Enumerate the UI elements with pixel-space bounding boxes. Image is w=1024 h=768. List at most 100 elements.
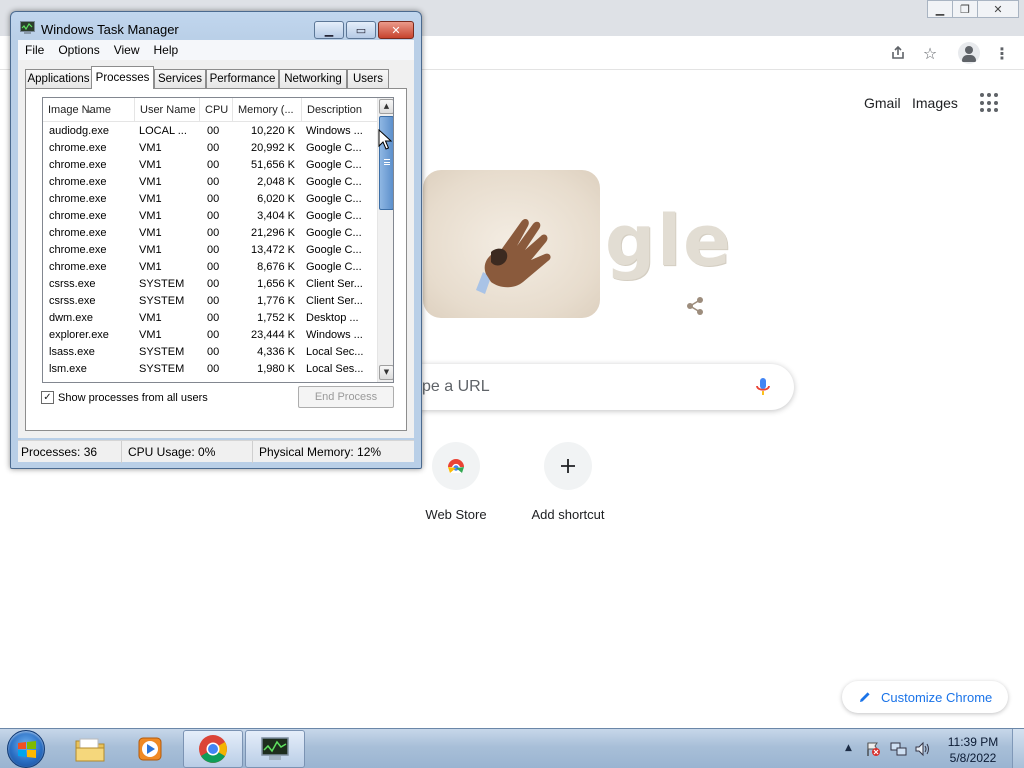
- table-row[interactable]: chrome.exe VM1 00 51,656 K Google C...: [43, 157, 377, 174]
- chrome-icon: [199, 735, 227, 763]
- close-button[interactable]: ✕: [378, 21, 414, 39]
- cell-memory: 10,220 K: [250, 125, 295, 137]
- end-process-button[interactable]: End Process: [298, 386, 394, 408]
- taskbar-explorer[interactable]: [64, 730, 116, 768]
- doodle-image[interactable]: [423, 170, 600, 318]
- shortcut-add[interactable]: Add shortcut: [518, 442, 618, 522]
- cell-description: Windows ...: [306, 125, 363, 137]
- system-clock[interactable]: 11:39 PM 5/8/2022: [940, 734, 1006, 766]
- cell-cpu: 00: [207, 278, 220, 290]
- sort-ascending-icon: ▲: [86, 107, 91, 114]
- minimize-button[interactable]: ▁: [314, 21, 344, 39]
- images-link[interactable]: Images: [912, 95, 958, 111]
- col-description[interactable]: Description: [302, 98, 377, 122]
- search-box[interactable]: pe a URL: [400, 364, 794, 410]
- microphone-icon[interactable]: [752, 376, 774, 398]
- table-row[interactable]: csrss.exe SYSTEM 00 1,776 K Client Ser...: [43, 293, 377, 310]
- table-row[interactable]: audiodg.exe LOCAL ... 00 10,220 K Windows ..…: [43, 123, 377, 140]
- table-row[interactable]: chrome.exe VM1 00 8,676 K Google C...: [43, 259, 377, 276]
- chrome-minimize-button[interactable]: ▁: [927, 0, 953, 18]
- table-row[interactable]: chrome.exe VM1 00 6,020 K Google C...: [43, 191, 377, 208]
- menu-help[interactable]: Help: [147, 43, 186, 57]
- checkbox-checked-icon[interactable]: ✓: [41, 391, 54, 404]
- task-manager-titlebar[interactable]: Windows Task Manager ▁ ▭ ✕: [11, 12, 421, 39]
- table-row[interactable]: chrome.exe VM1 00 21,296 K Google C...: [43, 225, 377, 242]
- cell-image-name: lsass.exe: [49, 346, 95, 358]
- network-icon[interactable]: [890, 741, 908, 757]
- table-row[interactable]: lsass.exe SYSTEM 00 4,336 K Local Sec...: [43, 344, 377, 361]
- cell-cpu: 00: [207, 125, 220, 137]
- cell-description: Google C...: [306, 193, 362, 205]
- chrome-close-button[interactable]: ✕: [977, 0, 1019, 18]
- cell-cpu: 00: [207, 142, 220, 154]
- tab-processes[interactable]: Processes: [91, 66, 154, 89]
- cell-description: Google C...: [306, 159, 362, 171]
- mouse-cursor-icon: [378, 129, 392, 150]
- doodle-share-icon[interactable]: [684, 295, 706, 317]
- process-list[interactable]: ▲ Image Name User Name CPU Memory (... D…: [42, 97, 394, 383]
- table-row[interactable]: csrss.exe SYSTEM 00 1,656 K Client Ser...: [43, 276, 377, 293]
- cell-cpu: 00: [207, 176, 220, 188]
- scroll-up-arrow-icon[interactable]: ▲: [379, 99, 393, 114]
- menu-options[interactable]: Options: [51, 43, 106, 57]
- start-button[interactable]: [7, 730, 45, 768]
- col-image-name[interactable]: ▲ Image Name: [43, 98, 135, 122]
- table-row[interactable]: dwm.exe VM1 00 1,752 K Desktop ...: [43, 310, 377, 327]
- show-all-processes-label: Show processes from all users: [58, 391, 208, 404]
- show-hidden-icons-icon[interactable]: ▲: [845, 743, 852, 753]
- tab-performance[interactable]: Performance: [206, 69, 279, 88]
- volume-icon[interactable]: [914, 741, 932, 757]
- cell-memory: 6,020 K: [257, 193, 295, 205]
- tab-users[interactable]: Users: [347, 69, 389, 88]
- gmail-link[interactable]: Gmail: [864, 95, 901, 111]
- share-page-icon[interactable]: [887, 42, 909, 64]
- menu-file[interactable]: File: [18, 43, 51, 57]
- col-user-name[interactable]: User Name: [135, 98, 200, 122]
- cell-user-name: VM1: [139, 244, 162, 256]
- col-memory[interactable]: Memory (...: [233, 98, 302, 122]
- process-rows: audiodg.exe LOCAL ... 00 10,220 K Windows ..…: [43, 123, 377, 378]
- cell-description: Google C...: [306, 244, 362, 256]
- cell-image-name: chrome.exe: [49, 176, 107, 188]
- tab-services[interactable]: Services: [154, 69, 206, 88]
- cell-cpu: 00: [207, 193, 220, 205]
- show-all-processes-checkbox[interactable]: ✓ Show processes from all users: [41, 391, 208, 404]
- table-row[interactable]: lsm.exe SYSTEM 00 1,980 K Local Ses...: [43, 361, 377, 378]
- cell-memory: 1,656 K: [257, 278, 295, 290]
- task-manager-client: Applications Processes Services Performa…: [18, 60, 414, 438]
- taskbar-media-player[interactable]: [124, 730, 176, 768]
- cell-image-name: chrome.exe: [49, 261, 107, 273]
- process-list-header: ▲ Image Name User Name CPU Memory (... D…: [43, 98, 377, 122]
- cell-image-name: csrss.exe: [49, 278, 96, 290]
- chrome-restore-button[interactable]: ❐: [952, 0, 978, 18]
- scroll-down-arrow-icon[interactable]: ▼: [379, 365, 393, 380]
- shortcut-label: Add shortcut: [531, 507, 605, 522]
- action-center-flag-icon[interactable]: [865, 741, 881, 757]
- cell-user-name: SYSTEM: [139, 346, 185, 358]
- cell-user-name: VM1: [139, 176, 162, 188]
- show-desktop-button[interactable]: [1012, 729, 1024, 768]
- taskbar-task-manager[interactable]: [245, 730, 305, 768]
- taskbar-chrome[interactable]: [183, 730, 243, 768]
- cell-description: Desktop ...: [306, 312, 359, 324]
- cell-description: Local Sec...: [306, 346, 364, 358]
- status-physical-memory: Physical Memory: 12%: [259, 445, 382, 459]
- table-row[interactable]: chrome.exe VM1 00 13,472 K Google C...: [43, 242, 377, 259]
- profile-icon[interactable]: [958, 42, 980, 64]
- table-row[interactable]: chrome.exe VM1 00 3,404 K Google C...: [43, 208, 377, 225]
- knit-glove-illustration: [476, 219, 551, 294]
- cell-cpu: 00: [207, 346, 220, 358]
- tab-networking[interactable]: Networking: [279, 69, 347, 88]
- table-row[interactable]: explorer.exe VM1 00 23,444 K Windows ...: [43, 327, 377, 344]
- customize-chrome-button[interactable]: Customize Chrome: [842, 681, 1008, 713]
- chrome-menu-icon[interactable]: ⋮: [991, 42, 1013, 64]
- table-row[interactable]: chrome.exe VM1 00 2,048 K Google C...: [43, 174, 377, 191]
- maximize-button[interactable]: ▭: [346, 21, 376, 39]
- table-row[interactable]: chrome.exe VM1 00 20,992 K Google C...: [43, 140, 377, 157]
- cell-image-name: explorer.exe: [49, 329, 109, 341]
- google-apps-icon[interactable]: [980, 93, 1000, 113]
- col-cpu[interactable]: CPU: [200, 98, 233, 122]
- tab-applications[interactable]: Applications: [25, 69, 92, 88]
- bookmark-star-icon[interactable]: ☆: [919, 42, 941, 64]
- menu-view[interactable]: View: [107, 43, 147, 57]
